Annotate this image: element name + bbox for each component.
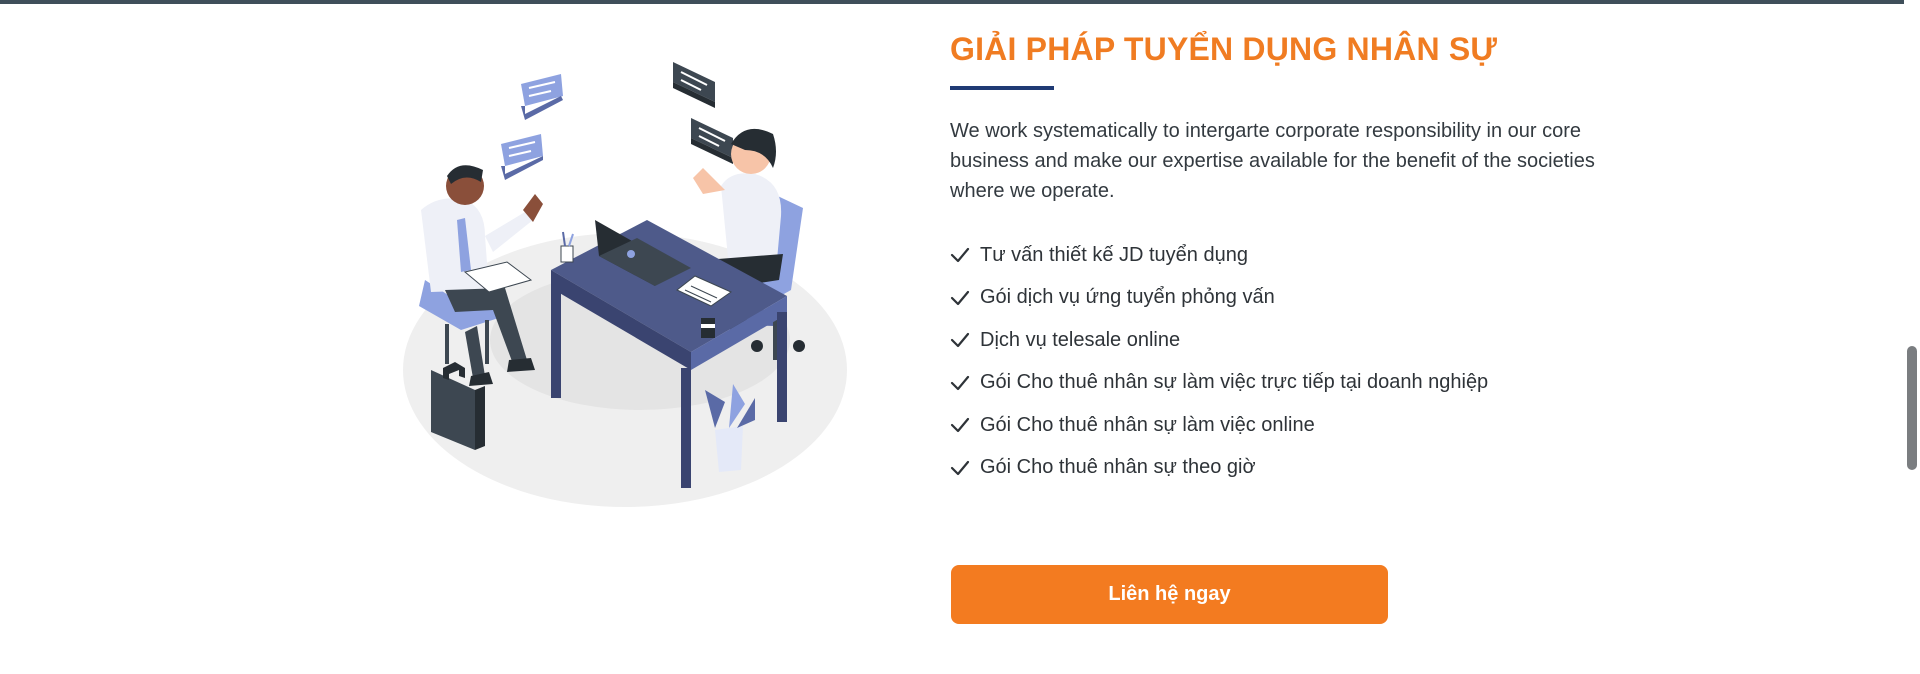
feature-label: Tư vấn thiết kế JD tuyển dụng bbox=[980, 243, 1248, 266]
office-meeting-illustration bbox=[403, 62, 847, 507]
section-intro: We work systematically to intergarte cor… bbox=[950, 120, 1595, 202]
feature-item: Gói Cho thuê nhân sự làm việc online bbox=[950, 404, 1630, 447]
feature-label: Gói dịch vụ ứng tuyển phỏng vấn bbox=[980, 286, 1275, 309]
speech-bubble-icon bbox=[691, 118, 733, 164]
check-icon bbox=[950, 460, 970, 475]
check-icon bbox=[950, 290, 970, 305]
section-content: GIẢI PHÁP TUYỂN DỤNG NHÂN SỰ We work sys… bbox=[950, 26, 1630, 489]
title-underline bbox=[950, 86, 1054, 90]
check-icon bbox=[950, 333, 970, 348]
feature-label: Gói Cho thuê nhân sự làm việc online bbox=[980, 413, 1315, 436]
check-icon bbox=[950, 375, 970, 390]
feature-item: Gói dịch vụ ứng tuyển phỏng vấn bbox=[950, 277, 1630, 320]
check-icon bbox=[950, 418, 970, 433]
contact-now-button[interactable]: Liên hệ ngay bbox=[951, 565, 1388, 624]
feature-list: Tư vấn thiết kế JD tuyển dụng Gói dịch v… bbox=[950, 234, 1630, 489]
feature-label: Dịch vụ telesale online bbox=[980, 328, 1181, 351]
feature-item: Gói Cho thuê nhân sự theo giờ bbox=[950, 447, 1630, 490]
feature-item: Tư vấn thiết kế JD tuyển dụng bbox=[950, 234, 1630, 277]
speech-bubble-icon bbox=[521, 74, 563, 120]
scrollbar[interactable] bbox=[1904, 0, 1920, 674]
feature-item: Dịch vụ telesale online bbox=[950, 319, 1630, 362]
speech-bubble-icon bbox=[501, 134, 543, 180]
feature-label: Gói Cho thuê nhân sự theo giờ bbox=[980, 456, 1256, 479]
scrollbar-thumb[interactable] bbox=[1907, 346, 1917, 470]
speech-bubble-icon bbox=[673, 62, 715, 108]
recruitment-section: GIẢI PHÁP TUYỂN DỤNG NHÂN SỰ We work sys… bbox=[0, 0, 1920, 674]
feature-label: Gói Cho thuê nhân sự làm việc trực tiếp … bbox=[980, 371, 1489, 394]
check-icon bbox=[950, 248, 970, 263]
feature-item: Gói Cho thuê nhân sự làm việc trực tiếp … bbox=[950, 362, 1630, 405]
section-title: GIẢI PHÁP TUYỂN DỤNG NHÂN SỰ bbox=[950, 31, 1498, 67]
